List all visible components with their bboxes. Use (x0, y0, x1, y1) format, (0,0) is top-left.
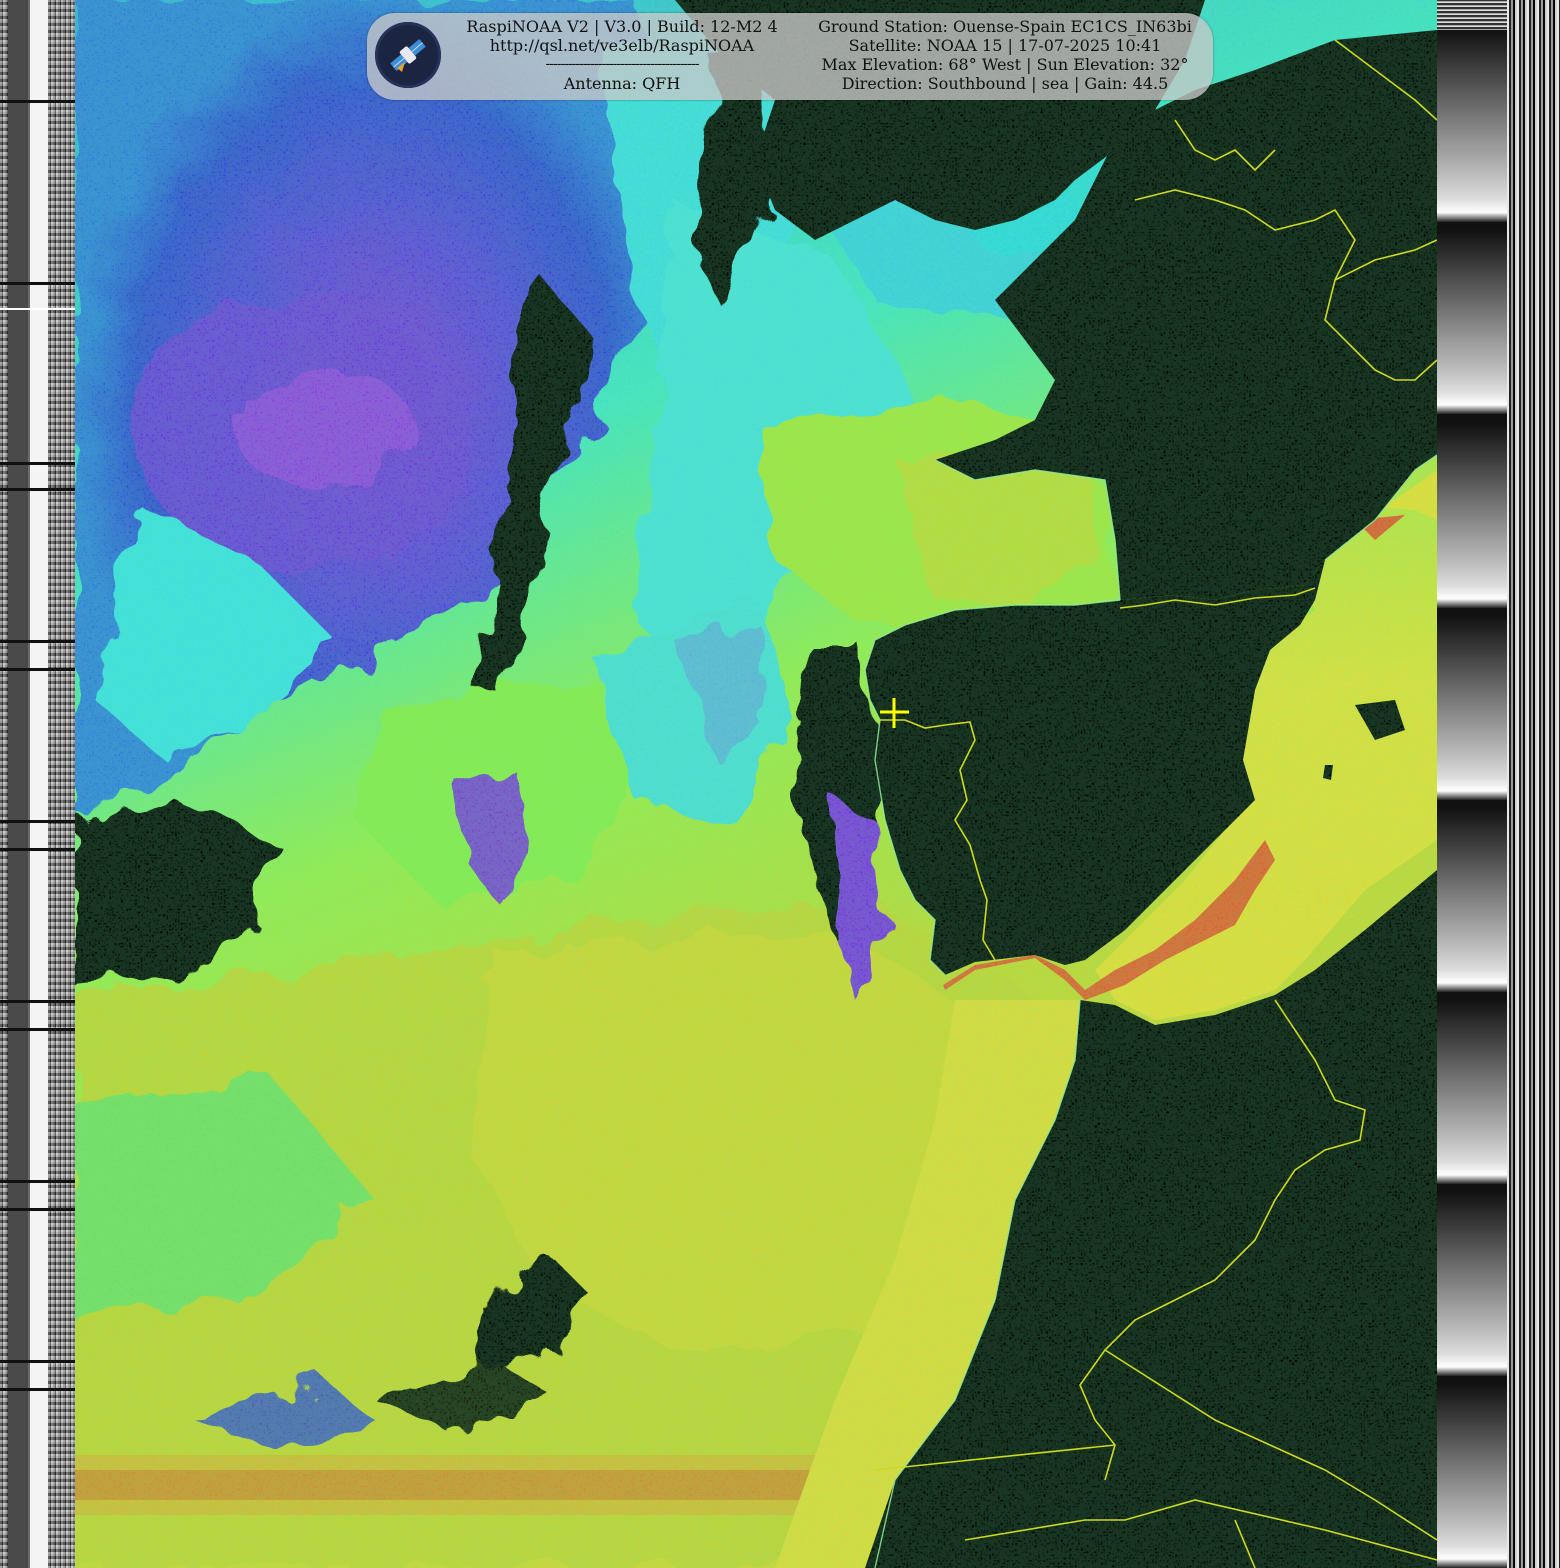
telemetry-strip-left (0, 0, 75, 1568)
ground-station-text: Ground Station: Ouense-Spain EC1CS_IN63b… (818, 17, 1192, 36)
project-url-text: http://qsl.net/ve3elb/RaspiNOAA (489, 36, 755, 55)
pass-info-header: RaspiNOAA V2 | V3.0 | Build: 12-M2 4 htt… (367, 13, 1213, 100)
header-left-column: RaspiNOAA V2 | V3.0 | Build: 12-M2 4 htt… (452, 17, 792, 93)
satellite-text: Satellite: NOAA 15 | 17-07-2025 10:41 (848, 36, 1162, 55)
antenna-text: Antenna: QFH (563, 74, 681, 93)
elevation-text: Max Elevation: 68° West | Sun Elevation:… (821, 55, 1189, 74)
software-version-text: RaspiNOAA V2 | V3.0 | Build: 12-M2 4 (466, 17, 778, 36)
header-right-column: Ground Station: Ouense-Spain EC1CS_IN63b… (807, 17, 1203, 93)
map-svg (75, 0, 1437, 1568)
satellite-icon (378, 25, 438, 85)
telemetry-strip-right (1437, 0, 1560, 1568)
satellite-map (75, 0, 1437, 1568)
noaa-image-frame: RaspiNOAA V2 | V3.0 | Build: 12-M2 4 htt… (0, 0, 1560, 1568)
separator-text: ----------------------------------------… (545, 56, 700, 72)
satellite-logo (375, 22, 441, 88)
direction-text: Direction: Southbound | sea | Gain: 44.5 (841, 74, 1169, 93)
